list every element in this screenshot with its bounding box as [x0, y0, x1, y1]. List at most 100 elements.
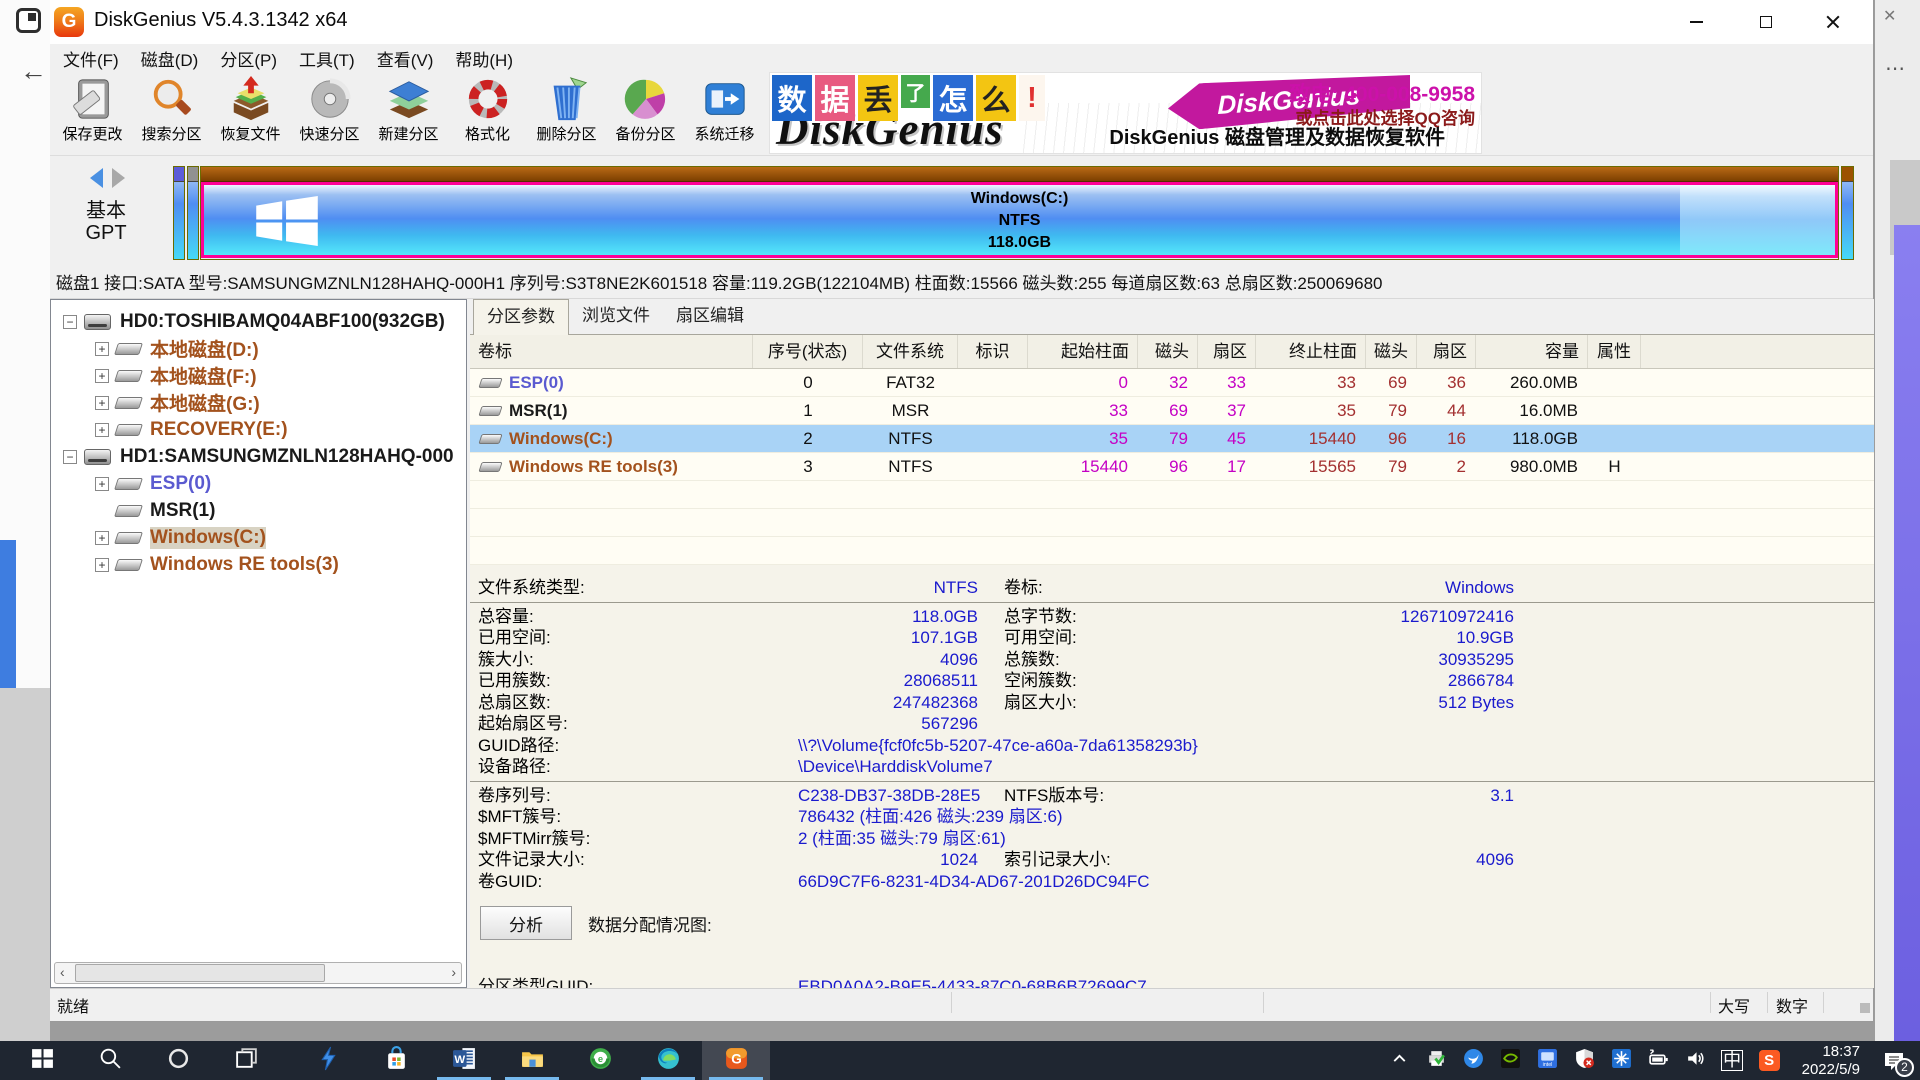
table-header-3[interactable]: 标识 — [958, 335, 1028, 368]
table-header-11[interactable]: 属性 — [1588, 335, 1641, 368]
expand-icon[interactable]: + — [95, 342, 109, 356]
maximize-button[interactable] — [1737, 0, 1795, 44]
partition-block-windows-re[interactable] — [1841, 166, 1854, 260]
taskbar-app-explorer[interactable] — [498, 1041, 566, 1080]
tab-2[interactable]: 浏览文件 — [569, 299, 663, 335]
table-row-3[interactable]: Windows(C:)2NTFS357945154409616118.0GB — [470, 425, 1874, 453]
next-disk-arrow-icon[interactable] — [112, 168, 125, 188]
collapse-icon[interactable]: − — [63, 315, 77, 329]
expand-icon[interactable]: + — [95, 423, 109, 437]
expand-icon[interactable]: + — [95, 369, 109, 383]
toolbar-button-system-migration[interactable]: 系统迁移 — [685, 73, 764, 155]
toolbar-button-recover-files[interactable]: 恢复文件 — [211, 73, 290, 155]
tab-3[interactable]: 扇区编辑 — [663, 299, 757, 335]
tray-freeze-icon[interactable] — [1603, 1041, 1640, 1080]
table-header-2[interactable]: 文件系统 — [863, 335, 958, 368]
table-header-0[interactable]: 卷标 — [470, 335, 753, 368]
scroll-left-arrow-icon[interactable]: ‹ — [60, 964, 65, 980]
browser-tab-icon — [16, 8, 41, 33]
tray-nvidia-icon[interactable] — [1492, 1041, 1529, 1080]
tray-battery-icon[interactable] — [1640, 1041, 1677, 1080]
taskbar-app-word[interactable]: W — [430, 1041, 498, 1080]
table-row-2[interactable]: MSR(1)1MSR33693735794416.0MB — [470, 397, 1874, 425]
toolbar-button-new-partition[interactable]: 新建分区 — [369, 73, 448, 155]
taskbar-clock[interactable]: 18:37 2022/5/9 — [1802, 1043, 1860, 1079]
tray-dingtalk-icon[interactable] — [1455, 1041, 1492, 1080]
tree-item-5[interactable]: +RECOVERY(E:) — [51, 416, 466, 443]
tray-volume-icon[interactable] — [1677, 1041, 1714, 1080]
table-header-1[interactable]: 序号(状态) — [753, 335, 863, 368]
table-header-5[interactable]: 磁头 — [1138, 335, 1198, 368]
table-header-4[interactable]: 起始柱面 — [1028, 335, 1138, 368]
tree-item-4[interactable]: +本地磁盘(G:) — [51, 389, 466, 416]
table-header-6[interactable]: 扇区 — [1198, 335, 1256, 368]
back-arrow-icon[interactable]: ← — [20, 56, 47, 87]
notification-center-button[interactable]: 2 — [1872, 1041, 1916, 1080]
tree-item-7[interactable]: +ESP(0) — [51, 470, 466, 497]
scroll-right-arrow-icon[interactable]: › — [451, 964, 456, 980]
tree-item-2[interactable]: +本地磁盘(D:) — [51, 335, 466, 362]
tray-intel-gpu-icon[interactable]: intel — [1529, 1041, 1566, 1080]
taskbar-app-flash[interactable] — [294, 1041, 362, 1080]
toolbar-button-delete-partition[interactable]: 删除分区 — [527, 73, 606, 155]
table-header-7[interactable]: 终止柱面 — [1256, 335, 1366, 368]
table-row-1[interactable]: ESP(0)0FAT3203233336936260.0MB — [470, 369, 1874, 397]
expand-icon[interactable]: + — [95, 558, 109, 572]
partition-block-esp[interactable] — [173, 166, 185, 260]
toolbar-button-quick-partition[interactable]: 快速分区 — [290, 73, 369, 155]
taskbar-app-start[interactable] — [8, 1041, 76, 1080]
tray-chevron-up-icon[interactable] — [1381, 1041, 1418, 1080]
tree-item-3[interactable]: +本地磁盘(F:) — [51, 362, 466, 389]
tree-item-9[interactable]: +Windows(C:) — [51, 524, 466, 551]
tray-ime[interactable]: 中 — [1714, 1041, 1751, 1080]
tree-horizontal-scrollbar[interactable]: ‹ › — [54, 962, 462, 984]
toolbar-button-format[interactable]: 格式化 — [448, 73, 527, 155]
prev-disk-arrow-icon[interactable] — [90, 168, 103, 188]
tray-sogou[interactable]: S — [1751, 1041, 1788, 1080]
table-header-10[interactable]: 容量 — [1476, 335, 1588, 368]
table-header-8[interactable]: 磁头 — [1366, 335, 1417, 368]
tree-item-8[interactable]: MSR(1) — [51, 497, 466, 524]
scrollbar-thumb[interactable] — [75, 964, 325, 982]
detail-label: 文件记录大小: — [478, 849, 798, 871]
expand-icon[interactable]: + — [95, 477, 109, 491]
table-row-4[interactable]: Windows RE tools(3)3NTFS1544096171556579… — [470, 453, 1874, 481]
menu-item-5[interactable]: 查看(V) — [366, 46, 445, 71]
toolbar-button-search-partition[interactable]: 搜索分区 — [132, 73, 211, 155]
cell-cap: 16.0MB — [1476, 397, 1588, 424]
toolbar-button-save-changes[interactable]: 保存更改 — [53, 73, 132, 155]
menu-item-2[interactable]: 磁盘(D) — [130, 46, 210, 71]
taskbar-app-search[interactable] — [76, 1041, 144, 1080]
expand-icon[interactable]: + — [95, 396, 109, 410]
detail-value: 10.9GB — [1234, 627, 1514, 649]
taskbar-app-task-view[interactable] — [212, 1041, 280, 1080]
collapse-icon[interactable]: − — [63, 450, 77, 464]
delete-partition-icon — [527, 76, 606, 122]
menu-item-3[interactable]: 分区(P) — [209, 46, 288, 71]
tree-item-10[interactable]: +Windows RE tools(3) — [51, 551, 466, 578]
expand-icon[interactable]: + — [95, 531, 109, 545]
partition-block-windows-c[interactable]: Windows(C:) NTFS 118.0GB — [200, 166, 1839, 260]
menu-item-4[interactable]: 工具(T) — [288, 46, 366, 71]
tray-printer-icon[interactable] — [1418, 1041, 1455, 1080]
table-header-9[interactable]: 扇区 — [1417, 335, 1476, 368]
detail-label: GUID路径: — [478, 735, 798, 757]
taskbar-app-cortana[interactable] — [144, 1041, 212, 1080]
taskbar-app-store[interactable] — [362, 1041, 430, 1080]
ad-banner[interactable]: DiskGenius 数据丢了怎么! DiskGenius 致电: 400-00… — [769, 72, 1482, 154]
tree-item-1[interactable]: −HD0:TOSHIBAMQ04ABF100(932GB) — [51, 308, 466, 335]
taskbar-app-diskgenius[interactable]: G — [702, 1041, 770, 1080]
partition-block-msr[interactable] — [187, 166, 199, 260]
toolbar-button-backup-partition[interactable]: 备份分区 — [606, 73, 685, 155]
taskbar-app-edge[interactable] — [634, 1041, 702, 1080]
taskbar-app-browser-360[interactable]: e — [566, 1041, 634, 1080]
tab-1[interactable]: 分区参数 — [473, 299, 569, 335]
resize-grip[interactable] — [1864, 1007, 1870, 1013]
close-button[interactable] — [1804, 0, 1862, 44]
tree-item-6[interactable]: −HD1:SAMSUNGMZNLN128HAHQ-000 — [51, 443, 466, 470]
minimize-button[interactable] — [1667, 0, 1725, 44]
menu-item-1[interactable]: 文件(F) — [52, 46, 130, 71]
menu-item-6[interactable]: 帮助(H) — [444, 46, 524, 71]
tray-security-shield-icon[interactable] — [1566, 1041, 1603, 1080]
analyze-button[interactable]: 分析 — [480, 906, 572, 940]
